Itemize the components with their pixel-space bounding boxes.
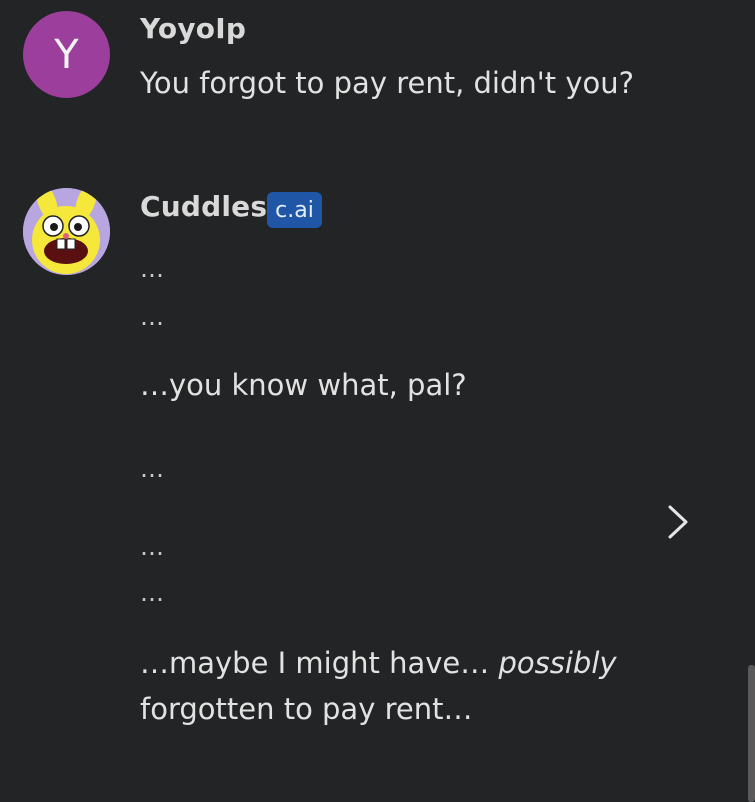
bot-line: … xyxy=(140,455,165,483)
cuddles-bunny-avatar-icon xyxy=(23,188,110,275)
next-response-button[interactable] xyxy=(662,502,692,542)
bot-line: … xyxy=(140,533,165,561)
user-avatar[interactable]: Y xyxy=(23,11,110,98)
bot-line: …you know what, pal? xyxy=(140,368,467,402)
bot-avatar[interactable] xyxy=(23,188,110,275)
avatar-letter: Y xyxy=(54,31,79,78)
bot-final-line-1: …maybe I might have… possibly xyxy=(140,646,617,680)
user-message-text: You forgot to pay rent, didn't you? xyxy=(140,66,635,100)
bot-line: … xyxy=(140,303,165,331)
scrollbar[interactable] xyxy=(748,665,755,802)
ai-badge: c.ai xyxy=(267,192,322,228)
bot-name[interactable]: Cuddles xyxy=(140,190,267,223)
bot-final-line-1-italic: possibly xyxy=(498,646,617,680)
bot-final-line-2: forgotten to pay rent… xyxy=(140,692,473,726)
bot-line: … xyxy=(140,579,165,607)
bot-line: … xyxy=(140,255,165,283)
user-name[interactable]: YoyoIp xyxy=(140,12,246,45)
chevron-right-icon xyxy=(668,505,688,539)
bot-final-line-1-prefix: …maybe I might have… xyxy=(140,646,499,680)
